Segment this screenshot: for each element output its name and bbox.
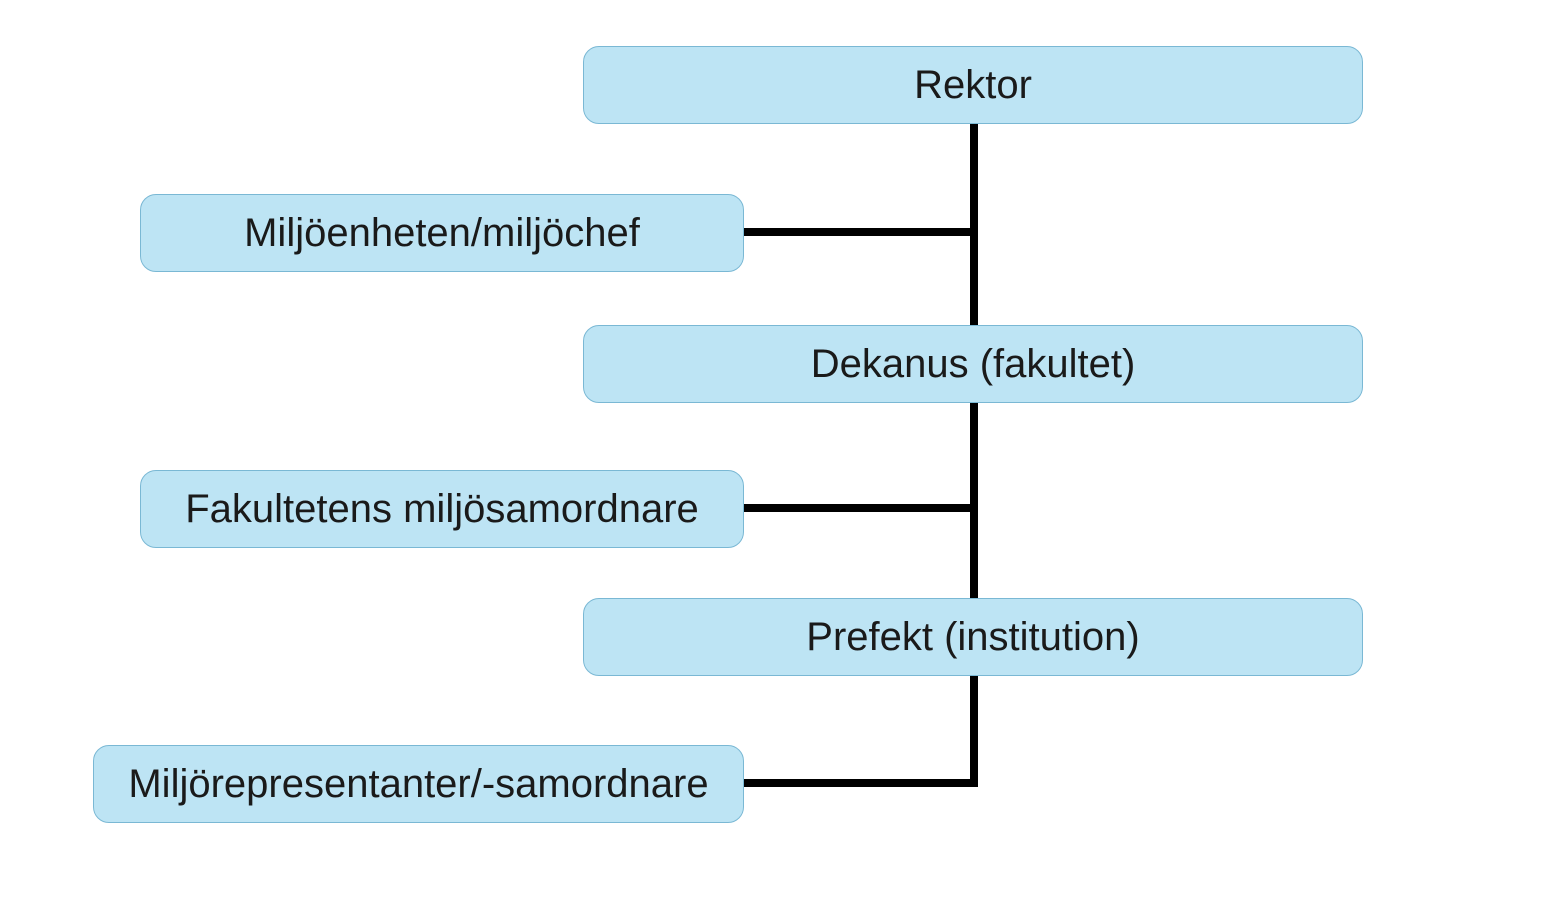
connector-h-to-fakms bbox=[744, 504, 978, 512]
connector-h-to-miljrep bbox=[744, 779, 978, 787]
node-fakultetens-miljosamordnare: Fakultetens miljösamordnare bbox=[140, 470, 744, 548]
node-dekanus-fakultet: Dekanus (fakultet) bbox=[583, 325, 1363, 403]
node-rektor: Rektor bbox=[583, 46, 1363, 124]
node-prefekt-institution: Prefekt (institution) bbox=[583, 598, 1363, 676]
node-miljoenheten-miljochef: Miljöenheten/miljöchef bbox=[140, 194, 744, 272]
connector-vertical-main bbox=[970, 124, 978, 784]
node-miljorepresentanter-samordnare: Miljörepresentanter/-samordnare bbox=[93, 745, 744, 823]
connector-h-to-miljochef bbox=[744, 228, 978, 236]
